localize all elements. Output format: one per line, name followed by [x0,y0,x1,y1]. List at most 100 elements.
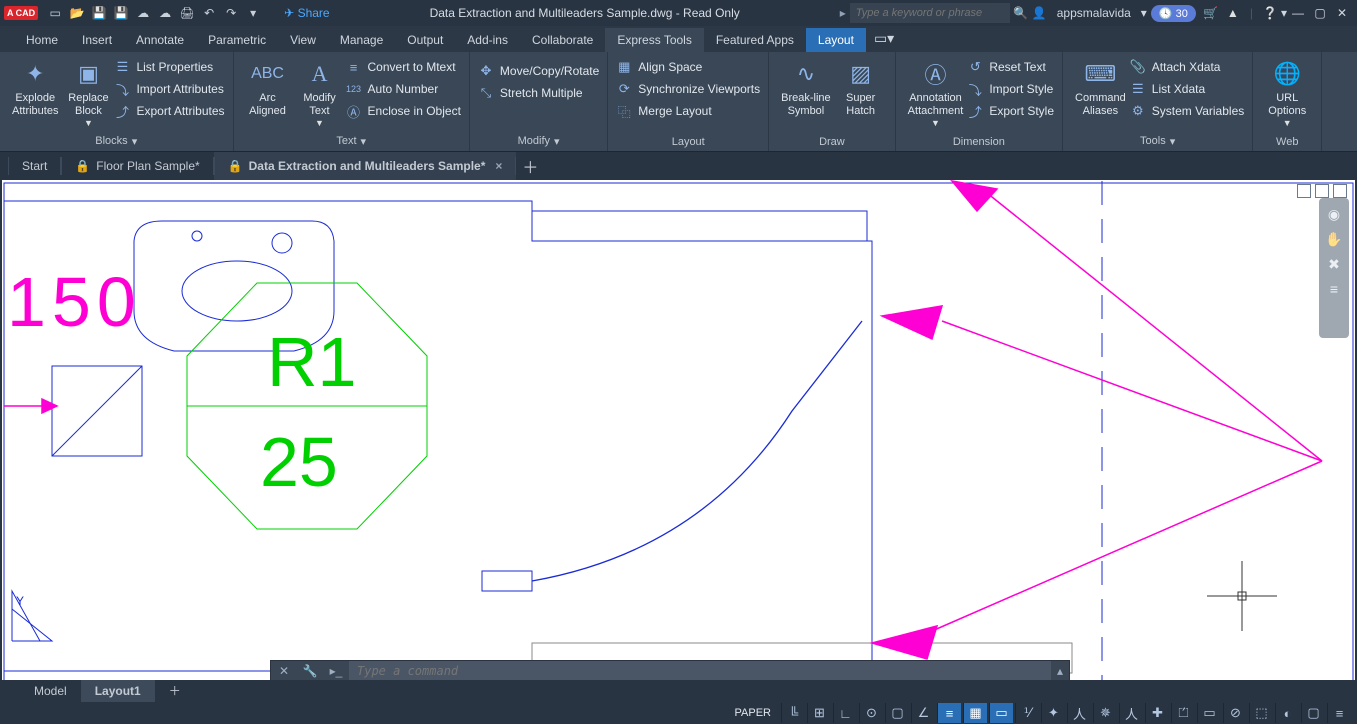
convert-mtext-button[interactable]: ≡Convert to Mtext [346,58,461,76]
otrack-icon[interactable]: ∠ [911,703,935,723]
enclose-object-button[interactable]: ⒶEnclose in Object [346,102,461,120]
panel-label[interactable]: Tools▾ [1071,132,1244,151]
customize-icon[interactable]: ≡ [1327,703,1351,723]
ribbon-minimize-icon[interactable]: ▭▾ [866,25,902,52]
osnap-icon[interactable]: ▢ [885,703,909,723]
menu-tab-collaborate[interactable]: Collaborate [520,28,605,52]
layout-tab-model[interactable]: Model [20,680,81,702]
orbit-icon[interactable]: ✖ [1328,256,1340,273]
redo-icon[interactable]: ↷ [221,3,241,23]
move-copy-rotate-button[interactable]: ✥Move/Copy/Rotate [478,62,599,80]
close-tab-icon[interactable]: × [495,159,502,173]
help-icon[interactable]: ❔ [1259,6,1281,20]
save-icon[interactable]: 💾 [89,3,109,23]
menu-tab-view[interactable]: View [278,28,328,52]
user-dropdown-icon[interactable]: ▾ [1141,6,1147,20]
menu-tab-add-ins[interactable]: Add-ins [455,28,520,52]
user-icon[interactable]: 👤 [1032,6,1047,20]
stretch-multiple-button[interactable]: ⤡Stretch Multiple [478,84,599,102]
new-icon[interactable]: ▭ [45,3,65,23]
annoscale-icon[interactable]: ⅟ [1015,703,1039,723]
open-icon[interactable]: 📂 [67,3,87,23]
workspace-icon[interactable]: ✚ [1145,703,1169,723]
cloud-save-icon[interactable]: ☁ [155,3,175,23]
panel-label[interactable]: Text▾ [242,132,461,151]
align-space-button[interactable]: ▦Align Space [616,58,760,76]
annomon-icon[interactable]: 人 [1067,703,1091,723]
menu-tab-insert[interactable]: Insert [70,28,124,52]
grid-icon[interactable]: ╚ [781,703,805,723]
break-line-button[interactable]: ∿Break-lineSymbol [777,56,835,133]
share-button[interactable]: ✈ Share [284,6,329,20]
doc-tab-dataextraction[interactable]: 🔒Data Extraction and Multileaders Sample… [214,152,517,180]
panel-label[interactable]: Blocks▾ [8,132,225,151]
close-button[interactable]: ✕ [1331,6,1353,20]
selection-icon[interactable]: ▭ [989,703,1013,723]
undo-icon[interactable]: ↶ [199,3,219,23]
menu-tab-home[interactable]: Home [14,28,70,52]
menu-tab-express-tools[interactable]: Express Tools [605,28,703,52]
saveas-icon[interactable]: 💾 [111,3,131,23]
vp-min-icon[interactable] [1297,184,1311,198]
menu-tab-layout[interactable]: Layout [806,28,866,52]
doc-tab-start[interactable]: Start [8,152,61,180]
list-xdata-button[interactable]: ☰List Xdata [1130,80,1244,98]
url-options-button[interactable]: 🌐URLOptions▼ [1261,56,1313,133]
annoauto-icon[interactable]: 人 [1119,703,1143,723]
lineweight-icon[interactable]: ≡ [937,703,961,723]
cloud-open-icon[interactable]: ☁ [133,3,153,23]
app-switcher-icon[interactable]: ▲ [1222,6,1244,20]
cmd-config-icon[interactable]: 🔧 [297,664,323,678]
transparency-icon[interactable]: ▦ [963,703,987,723]
export-attributes-button[interactable]: ⤴Export Attributes [114,102,224,120]
qp-icon[interactable]: ▭ [1197,703,1221,723]
sync-viewports-button[interactable]: ⟳Synchronize Viewports [616,80,760,98]
super-hatch-button[interactable]: ▨SuperHatch [835,56,887,133]
space-toggle[interactable]: PAPER [727,707,779,719]
merge-layout-button[interactable]: ⿻Merge Layout [616,102,760,120]
hw-icon[interactable]: ◐ [1275,703,1299,723]
navwheel-icon[interactable]: ◉ [1328,206,1340,223]
list-properties-button[interactable]: ☰List Properties [114,58,224,76]
nav-more-icon[interactable]: ≡ [1330,281,1338,297]
attach-xdata-button[interactable]: 📎Attach Xdata [1130,58,1244,76]
navigation-bar[interactable]: ◉ ✋ ✖ ≡ [1319,198,1349,338]
doc-tab-floorplan[interactable]: 🔒Floor Plan Sample* [61,152,213,180]
gizmo-icon[interactable]: ✦ [1041,703,1065,723]
snap-icon[interactable]: ⊞ [807,703,831,723]
lock-ui-icon[interactable]: ⊘ [1223,703,1247,723]
menu-tab-parametric[interactable]: Parametric [196,28,278,52]
menu-tab-manage[interactable]: Manage [328,28,395,52]
iso-icon[interactable]: ⬚ [1249,703,1273,723]
units-icon[interactable]: ⏍ [1171,703,1195,723]
explode-attributes-button[interactable]: ✦ExplodeAttributes [8,56,62,132]
system-variables-button[interactable]: ⚙System Variables [1130,102,1244,120]
export-style-button[interactable]: ⤴Export Style [967,102,1054,120]
replace-block-button[interactable]: ▣ReplaceBlock▼ [62,56,114,132]
cmd-close-icon[interactable]: ✕ [271,664,297,678]
menu-tab-output[interactable]: Output [395,28,455,52]
layout-tab-layout1[interactable]: Layout1 [81,680,155,702]
polar-icon[interactable]: ⊙ [859,703,883,723]
auto-number-button[interactable]: 123Auto Number [346,80,461,98]
arc-aligned-button[interactable]: ABCArcAligned [242,56,294,132]
minimize-button[interactable]: — [1287,6,1309,20]
menu-tab-featured-apps[interactable]: Featured Apps [704,28,806,52]
qat-dropdown-icon[interactable]: ▾ [243,3,263,23]
search-input[interactable] [850,3,1010,23]
vp-max-icon[interactable] [1315,184,1329,198]
reset-text-button[interactable]: ↺Reset Text [967,58,1054,76]
user-name[interactable]: appsmalavida [1057,6,1131,20]
command-aliases-button[interactable]: ⌨CommandAliases [1071,56,1130,132]
modify-text-button[interactable]: AModifyText▼ [294,56,346,132]
pan-icon[interactable]: ✋ [1325,231,1342,248]
cmd-history-icon[interactable]: ▴ [1051,664,1069,678]
ortho-icon[interactable]: ∟ [833,703,857,723]
annovis-icon[interactable]: ✵ [1093,703,1117,723]
drawing-canvas[interactable]: Y 150 R1 25 [2,180,1355,698]
vp-close-icon[interactable] [1333,184,1347,198]
import-style-button[interactable]: ⤵Import Style [967,80,1054,98]
add-tab-button[interactable]: ＋ [516,154,544,178]
maximize-button[interactable]: ▢ [1309,6,1331,20]
annotation-attachment-button[interactable]: ⒶAnnotationAttachment▼ [904,56,968,133]
